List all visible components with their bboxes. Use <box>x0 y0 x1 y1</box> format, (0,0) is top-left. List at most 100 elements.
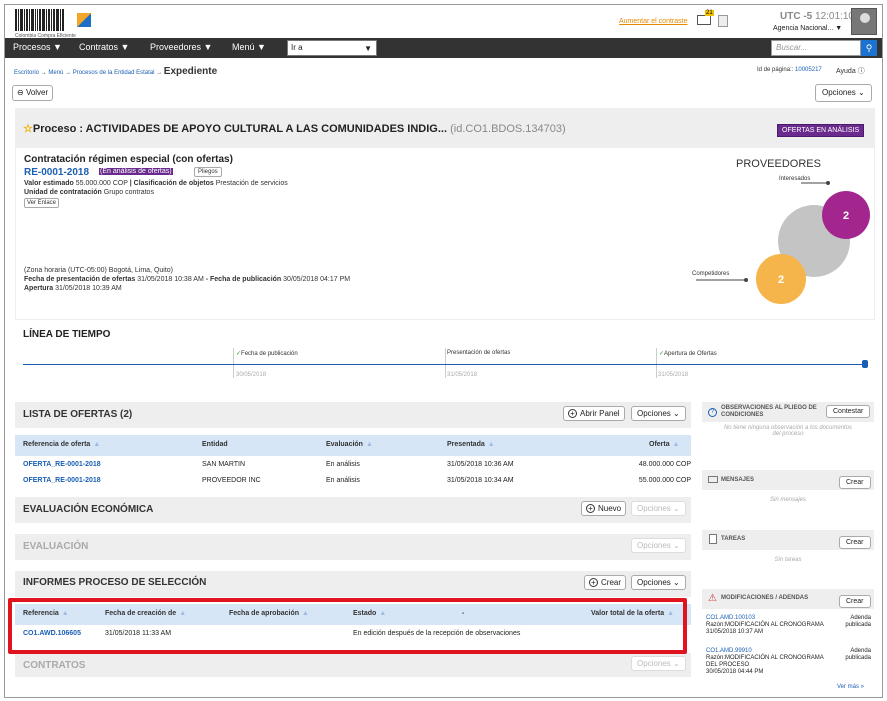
amendments-header: ⚠ MODIFICACIONES / ADENDAS Crear <box>702 589 874 609</box>
presentacion-label: Fecha de presentación de ofertas <box>24 276 136 283</box>
create-report-button[interactable]: + Crear <box>584 575 627 590</box>
contracts-header: CONTRATOS Opciones ⌄ <box>15 653 691 677</box>
goto-select[interactable]: Ir a ▼ <box>287 40 377 56</box>
clipboard-icon <box>709 534 717 544</box>
arrow-right-icon: → <box>156 70 164 76</box>
new-economic-evaluation-button[interactable]: + Nuevo <box>581 501 627 516</box>
nav-menu[interactable]: Menú ▼ <box>232 42 266 52</box>
column-label: Referencia de oferta <box>23 441 91 448</box>
observations-header: ? OBSERVACIONES AL PLIEGO DE CONDICIONES… <box>702 402 874 422</box>
logo-mark-icon <box>77 13 91 27</box>
offer-entity: SAN MARTIN <box>202 461 246 468</box>
amendment-status: Adenda publicada <box>845 648 871 661</box>
publicacion-label: - Fecha de publicación <box>205 276 282 283</box>
amendment-date: 31/05/2018 10:37 AM <box>706 629 764 635</box>
offers-options-button[interactable]: Opciones ⌄ <box>631 406 686 421</box>
options-label: Opciones <box>637 659 671 668</box>
nav-procesos[interactable]: Procesos ▼ <box>13 42 62 52</box>
chevron-down-icon: ⌄ <box>673 504 680 513</box>
amendment-link[interactable]: CO1.AMD.100103 <box>706 615 836 622</box>
back-label: Volver <box>25 88 49 97</box>
column-label: Evaluación <box>326 441 363 448</box>
amendment-status: Adenda publicada <box>845 615 871 628</box>
pliegos-button[interactable]: Pliegos <box>194 167 222 177</box>
providers-title: PROVEEDORES <box>736 158 821 170</box>
column-header[interactable]: Presentada ▲ <box>447 441 495 448</box>
sort-icon: ▲ <box>672 441 680 448</box>
search-icon[interactable]: ⚲ <box>861 40 877 56</box>
options-button[interactable]: Opciones ⌄ <box>815 84 872 102</box>
logo[interactable]: Colombia Compra Eficiente <box>15 9 95 39</box>
open-panel-button[interactable]: + Abrir Panel <box>563 406 625 421</box>
clock: UTC -5 12:01:10 <box>780 11 854 22</box>
view-link-button[interactable]: Ver Enlace <box>24 198 60 208</box>
timeline-event-label: Apertura de Ofertas <box>664 351 717 357</box>
open-panel-label: Abrir Panel <box>580 409 620 418</box>
sort-icon: ▲ <box>487 441 495 448</box>
goto-value: Ir a <box>291 43 303 52</box>
chevron-down-icon: ⌄ <box>673 409 680 418</box>
column-header[interactable]: Evaluación ▲ <box>326 441 373 448</box>
valor-label: Valor estimado <box>24 180 74 187</box>
agency-name: Agencia Nacional... <box>773 25 834 32</box>
options-label: Opciones <box>822 88 856 97</box>
nav-label: Menú <box>232 42 255 52</box>
economic-options-button[interactable]: Opciones ⌄ <box>631 501 686 516</box>
interesados-dot <box>826 181 830 185</box>
nav-contratos[interactable]: Contratos ▼ <box>79 42 129 52</box>
breadcrumb-item[interactable]: Procesos de la Entidad Estatal <box>73 70 155 76</box>
mail-icon[interactable] <box>697 15 711 25</box>
breadcrumb-current: Expediente <box>163 66 218 77</box>
estimated-value-line: Valor estimado 55.000.000 COP | Clasific… <box>24 180 288 187</box>
nav-label: Contratos <box>79 42 119 52</box>
offers-title: LISTA DE OFERTAS (2) <box>23 409 133 420</box>
competidores-count: 2 <box>778 274 784 286</box>
page: Colombia Compra Eficiente Aumentar el co… <box>4 4 883 698</box>
create-amendment-button[interactable]: Crear <box>839 595 871 608</box>
create-task-button[interactable]: Crear <box>839 536 871 549</box>
amendment-link[interactable]: CO1.AMD.99910 <box>706 648 836 655</box>
breadcrumb-item[interactable]: Escritorio <box>14 70 39 76</box>
help-link[interactable]: Ayuda ⓘ <box>836 66 865 76</box>
create-message-button[interactable]: Crear <box>839 476 871 489</box>
barcode-icon <box>15 9 75 31</box>
offer-reference-link[interactable]: OFERTA_RE-0001-2018 <box>23 461 101 468</box>
status-badge: OFERTAS EN ANÁLISIS <box>777 124 865 137</box>
offer-submitted: 31/05/2018 10:36 AM <box>447 461 514 468</box>
table-row: OFERTA_RE-0001-2018 SAN MARTIN En anális… <box>15 458 691 474</box>
contracts-options-button[interactable]: Opciones ⌄ <box>631 656 686 671</box>
offers-section-header: LISTA DE OFERTAS (2) + Abrir Panel Opcion… <box>15 402 691 428</box>
column-header[interactable]: Referencia de oferta ▲ <box>23 441 100 448</box>
star-icon[interactable]: ☆ <box>23 123 33 135</box>
timeline-event: Presentación de ofertas <box>447 350 510 356</box>
evaluation-header: EVALUACIÓN Opciones ⌄ <box>15 534 691 560</box>
options-label: Opciones <box>637 578 671 587</box>
messages-title: MENSAJES <box>721 477 755 483</box>
evaluation-options-button[interactable]: Opciones ⌄ <box>631 538 686 553</box>
create-label: Crear <box>601 578 622 587</box>
contract-type: Contratación régimen especial (con ofert… <box>24 154 233 165</box>
document-icon[interactable] <box>718 15 728 27</box>
reports-options-button[interactable]: Opciones ⌄ <box>631 575 686 590</box>
column-header[interactable]: Oferta ▲ <box>649 441 680 448</box>
process-reference[interactable]: RE-0001-2018 <box>24 167 89 178</box>
amendment-reason: Razón:MODIFICACIÓN AL CRONOGRAMA DEL PRO… <box>706 655 824 668</box>
contrast-link[interactable]: Aumentar el contraste <box>619 18 687 25</box>
see-more-link[interactable]: Ver más » <box>837 684 864 690</box>
utc-label: UTC -5 <box>780 11 813 22</box>
search-input[interactable]: Buscar... <box>771 40 861 56</box>
evaluation-title: EVALUACIÓN <box>23 541 89 552</box>
nav-proveedores[interactable]: Proveedores ▼ <box>150 42 212 52</box>
sort-icon: ▲ <box>365 441 373 448</box>
chevron-down-icon: ⌄ <box>673 578 680 587</box>
page-id-value[interactable]: 10005217 <box>795 67 822 73</box>
avatar[interactable] <box>851 8 877 35</box>
apertura-value: 31/05/2018 10:39 AM <box>55 285 122 292</box>
back-button[interactable]: ⊖ Volver <box>12 85 54 101</box>
amendment-item: CO1.AMD.100103 Razón:MODIFICACIÓN AL CRO… <box>706 615 836 636</box>
offer-reference-link[interactable]: OFERTA_RE-0001-2018 <box>23 477 101 484</box>
clasif-value: Prestación de servicios <box>215 180 288 187</box>
agency-selector[interactable]: Agencia Nacional... ▼ <box>773 25 842 32</box>
breadcrumb-item[interactable]: Menú <box>48 70 63 76</box>
answer-button[interactable]: Contestar <box>826 405 871 418</box>
